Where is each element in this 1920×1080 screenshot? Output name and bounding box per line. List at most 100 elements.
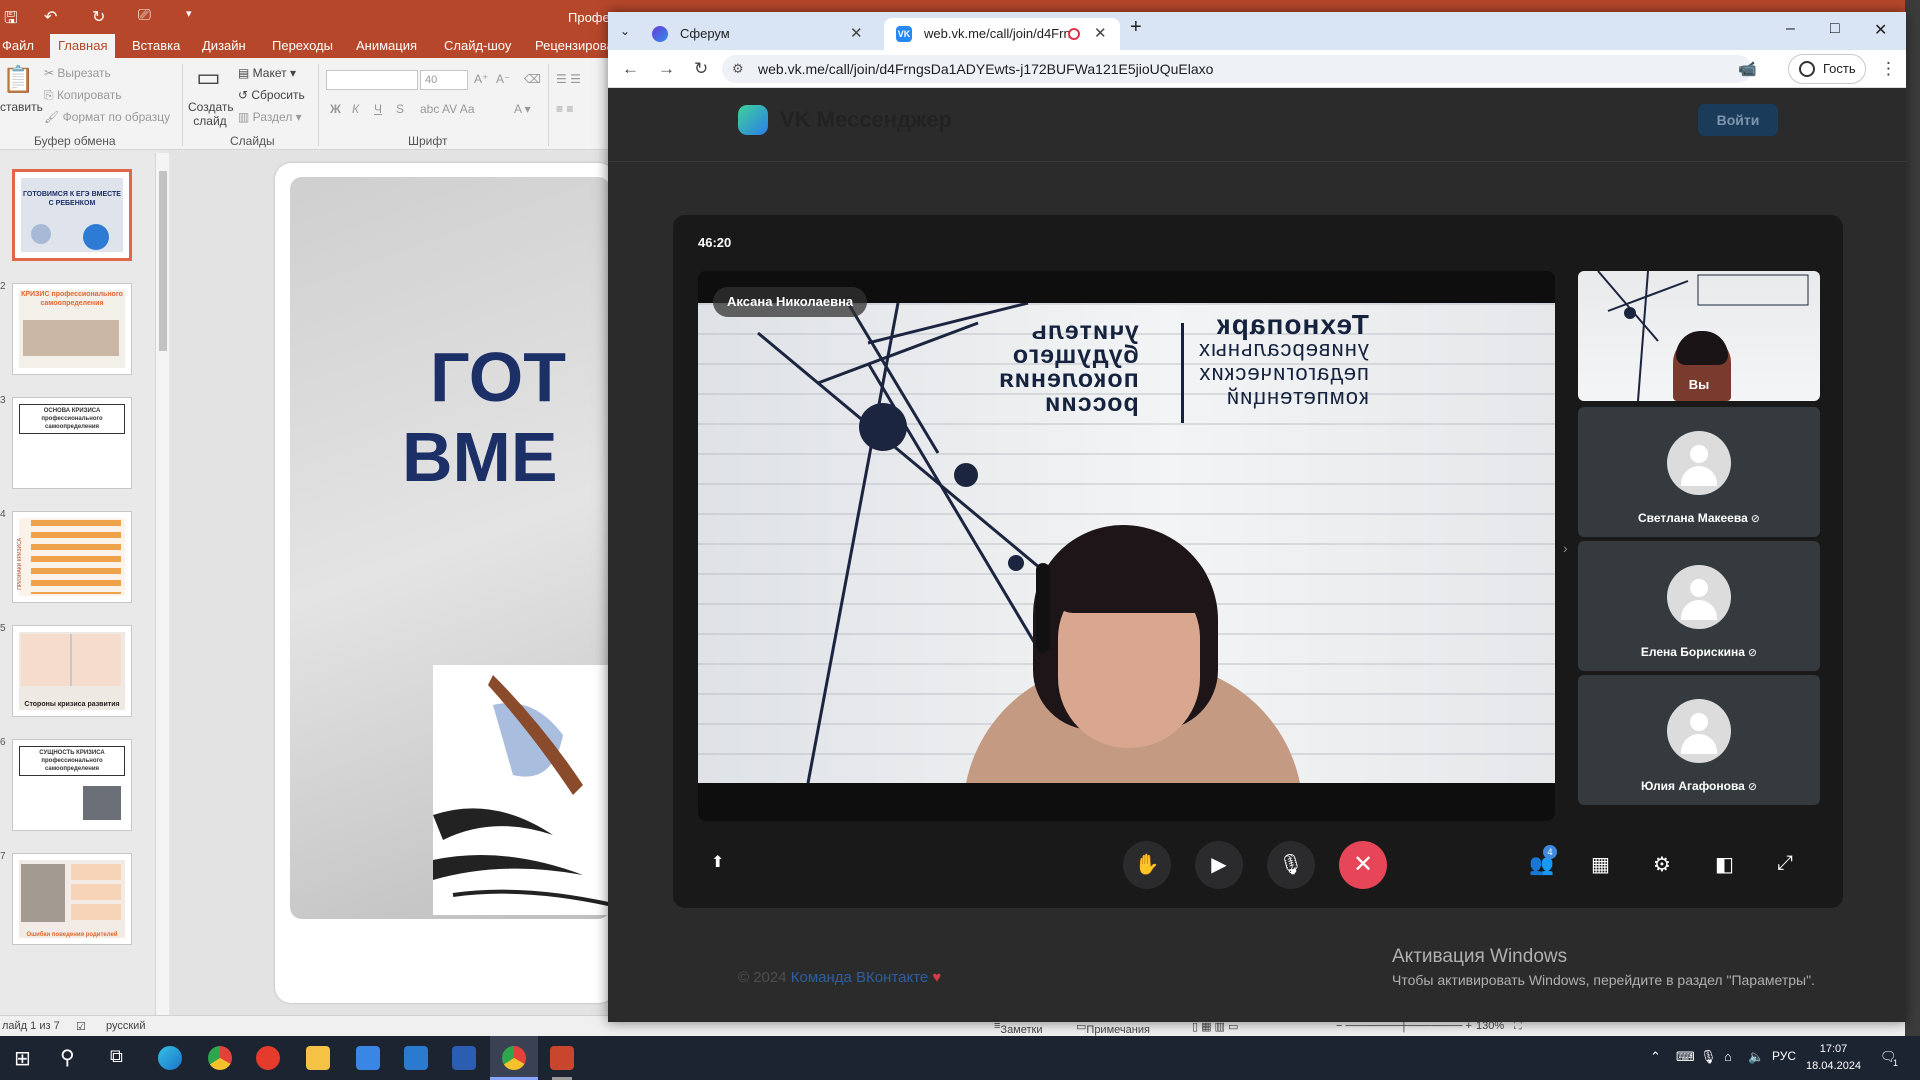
- participant-tile[interactable]: Юлия Агафонова ⊘: [1578, 675, 1820, 805]
- bold-button[interactable]: Ж: [330, 102, 341, 116]
- new-tab-button[interactable]: +: [1130, 16, 1142, 39]
- font-color-icon[interactable]: A ▾: [514, 102, 531, 116]
- save-icon[interactable]: 🖫: [4, 7, 18, 34]
- wifi-icon[interactable]: ⌂: [1724, 1049, 1732, 1064]
- windows-start-icon[interactable]: ⊞: [14, 1046, 31, 1071]
- network-icon[interactable]: ⌨: [1676, 1049, 1695, 1065]
- thumbnails-scrollbar[interactable]: [155, 153, 169, 1015]
- chrome-icon[interactable]: [208, 1046, 232, 1070]
- participant-tile[interactable]: Елена Борискина ⊘: [1578, 541, 1820, 671]
- taskbar-clock[interactable]: 17:07 18.04.2024: [1806, 1041, 1861, 1075]
- microphone-button[interactable]: 🎙: [1267, 841, 1315, 889]
- guest-profile-button[interactable]: Гость: [1788, 54, 1866, 84]
- input-language[interactable]: РУС: [1772, 1049, 1796, 1063]
- shrink-font-icon[interactable]: A⁻: [496, 72, 510, 86]
- vk-messenger-logo-icon[interactable]: [738, 105, 768, 135]
- strike-button[interactable]: S: [396, 102, 404, 116]
- yandex-browser-icon[interactable]: [256, 1046, 280, 1070]
- tab-search-icon[interactable]: ⌄: [620, 24, 630, 38]
- clear-format-icon[interactable]: ⌫: [524, 72, 541, 86]
- scroll-thumb[interactable]: [159, 171, 167, 351]
- site-info-icon[interactable]: ⚙: [732, 61, 744, 77]
- tab-file[interactable]: Файл: [0, 34, 42, 58]
- search-icon[interactable]: ⚲: [60, 1045, 75, 1070]
- close-tab-icon[interactable]: ✕: [1094, 18, 1107, 50]
- grid-view-icon[interactable]: ▦: [1591, 852, 1610, 877]
- task-view-icon[interactable]: ⧉: [110, 1046, 123, 1067]
- reload-icon[interactable]: ↻: [694, 59, 708, 79]
- participant-tile[interactable]: Светлана Макеева ⊘: [1578, 407, 1820, 537]
- close-tab-icon[interactable]: ✕: [850, 18, 863, 50]
- slideshow-start-icon[interactable]: ⎚: [138, 7, 151, 25]
- slide-thumbnail[interactable]: СУЩНОСТЬ КРИЗИСА профессионального самоо…: [12, 739, 132, 831]
- share-screen-icon[interactable]: ⬆: [711, 852, 724, 872]
- url-text[interactable]: web.vk.me/call/join/d4FrngsDa1ADYEwts-j1…: [758, 61, 1213, 77]
- chevron-right-icon[interactable]: ›: [1563, 540, 1568, 556]
- layout-button[interactable]: ▤ Макет ▾: [238, 66, 296, 80]
- maximize-button[interactable]: □: [1830, 20, 1840, 38]
- file-explorer-icon[interactable]: [306, 1046, 330, 1070]
- cut-button[interactable]: ✂ Вырезать: [44, 66, 111, 80]
- slide-title-line[interactable]: ГОТ: [430, 337, 566, 417]
- char-spacing-icon[interactable]: abc AV Aa: [420, 102, 475, 116]
- settings-gear-icon[interactable]: ⚙: [1653, 852, 1671, 877]
- undo-icon[interactable]: ↶: [44, 7, 57, 27]
- slide-title-line[interactable]: ВМЕ: [402, 417, 558, 497]
- bullets-icon[interactable]: ☰ ☰: [556, 72, 581, 86]
- reset-button[interactable]: ↺ Сбросить: [238, 88, 305, 102]
- raise-hand-button[interactable]: ✋: [1123, 841, 1171, 889]
- font-size-box[interactable]: 40: [420, 70, 468, 90]
- tab-sferum[interactable]: Сферум ✕: [640, 18, 876, 50]
- slide-thumbnail[interactable]: КРИЗИС профессионального самоопределения: [12, 283, 132, 375]
- slide-thumbnail[interactable]: ГОТОВИМСЯ К ЕГЭ ВМЕСТЕ С РЕБЕНКОМ: [12, 169, 132, 261]
- word-icon[interactable]: [452, 1046, 476, 1070]
- grow-font-icon[interactable]: A⁺: [474, 72, 488, 86]
- end-call-button[interactable]: ✕: [1339, 841, 1387, 889]
- redo-icon[interactable]: ↻: [92, 7, 105, 27]
- customize-qat-icon[interactable]: ▾: [186, 7, 192, 20]
- tab-vk-call[interactable]: VK web.vk.me/call/join/d4Frn ✕: [884, 18, 1120, 50]
- spellcheck-icon[interactable]: ☑: [76, 1020, 86, 1033]
- copy-button[interactable]: ⎘ Копировать: [44, 88, 122, 103]
- tray-overflow-icon[interactable]: ⌃: [1650, 1049, 1661, 1065]
- italic-button[interactable]: К: [352, 102, 359, 116]
- tab-design[interactable]: Дизайн: [194, 34, 254, 58]
- store-icon[interactable]: [356, 1046, 380, 1070]
- paste-icon[interactable]: 📋: [2, 64, 34, 95]
- vk-team-link[interactable]: Команда ВКонтакте: [791, 969, 928, 986]
- tab-slideshow[interactable]: Слайд-шоу: [436, 34, 519, 58]
- mic-tray-icon[interactable]: 🎙: [1700, 1049, 1717, 1065]
- volume-icon[interactable]: 🔈: [1748, 1049, 1764, 1065]
- edge-icon[interactable]: [158, 1046, 182, 1070]
- camera-button[interactable]: ▶: [1195, 841, 1243, 889]
- slide-thumbnail[interactable]: ОСНОВА КРИЗИСА профессионального самоопр…: [12, 397, 132, 489]
- current-slide[interactable]: ГОТ ВМЕ: [275, 163, 615, 1003]
- picture-in-picture-icon[interactable]: ◧: [1715, 852, 1734, 877]
- mail-icon[interactable]: [404, 1046, 428, 1070]
- underline-button[interactable]: Ч: [374, 102, 382, 116]
- paste-button[interactable]: ставить: [0, 100, 43, 114]
- tab-animations[interactable]: Анимация: [348, 34, 425, 58]
- vk-brand-title[interactable]: VK Мессенджер: [780, 107, 952, 133]
- new-slide-icon[interactable]: ▭: [196, 62, 221, 93]
- slide-thumbnail[interactable]: Стороны кризиса развития: [12, 625, 132, 717]
- format-painter-button[interactable]: 🖌 Формат по образцу: [44, 110, 170, 124]
- login-button[interactable]: Войти: [1698, 104, 1778, 136]
- tab-transitions[interactable]: Переходы: [264, 34, 341, 58]
- powerpoint-icon[interactable]: [550, 1046, 574, 1070]
- new-slide-button[interactable]: Создать слайд: [188, 100, 234, 128]
- tab-home[interactable]: Главная: [50, 34, 116, 58]
- language-indicator[interactable]: русский: [106, 1020, 145, 1032]
- forward-icon[interactable]: →: [658, 59, 675, 79]
- close-window-button[interactable]: ✕: [1874, 20, 1887, 40]
- fullscreen-icon[interactable]: ⤢: [1777, 852, 1793, 875]
- slide-thumbnail[interactable]: Ошибки поведения родителей: [12, 853, 132, 945]
- menu-icon[interactable]: ⋮: [1880, 59, 1897, 79]
- minimize-button[interactable]: –: [1786, 20, 1795, 38]
- camera-in-use-icon[interactable]: 📹: [1738, 60, 1757, 78]
- main-video-tile[interactable]: учитель будущего поколения россии Техноп…: [698, 271, 1555, 821]
- tab-insert[interactable]: Вставка: [124, 34, 188, 58]
- font-name-box[interactable]: [326, 70, 418, 90]
- address-bar[interactable]: ⚙ web.vk.me/call/join/d4FrngsDa1ADYEwts-…: [722, 55, 1752, 83]
- section-button[interactable]: ▥ Раздел ▾: [238, 110, 302, 124]
